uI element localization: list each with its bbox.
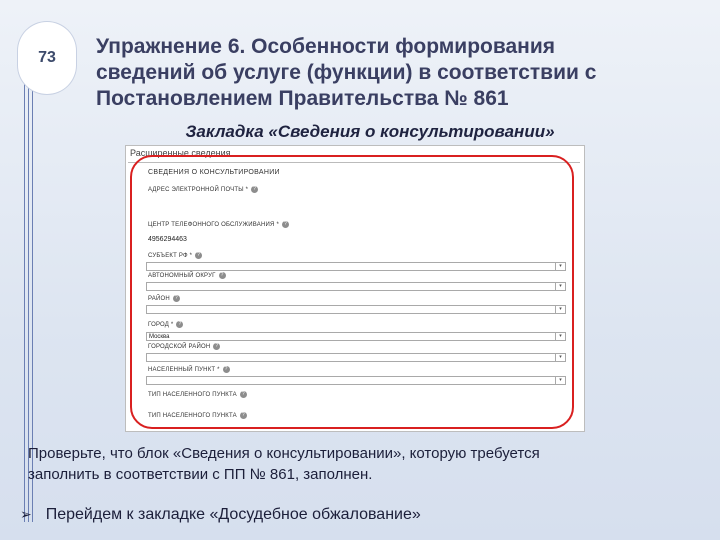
title-line: сведений об услуге (функции) в соответст… [96,61,597,84]
instruction-line: Проверьте, что блок «Сведения о консульт… [28,445,540,462]
arrow-bullet-icon: ➢ [20,506,32,522]
next-step-text: Перейдем к закладке «Досудебное обжалова… [45,506,421,523]
highlight-frame [130,155,574,429]
title-line: Постановлением Правительства № 861 [96,87,509,110]
slide-number: 73 [18,22,76,94]
slide-title: Упражнение 6. Особенности формирования с… [96,34,706,112]
next-step-bullet: ➢ Перейдем к закладке «Досудебное обжалов… [20,506,710,524]
instruction-text: Проверьте, что блок «Сведения о консульт… [28,443,688,485]
slide-subtitle: Закладка «Сведения о консультировании» [185,122,555,141]
title-line: Упражнение 6. Особенности формирования [96,35,556,58]
instruction-line: заполнить в соответствии с ПП № 861, зап… [28,466,373,483]
